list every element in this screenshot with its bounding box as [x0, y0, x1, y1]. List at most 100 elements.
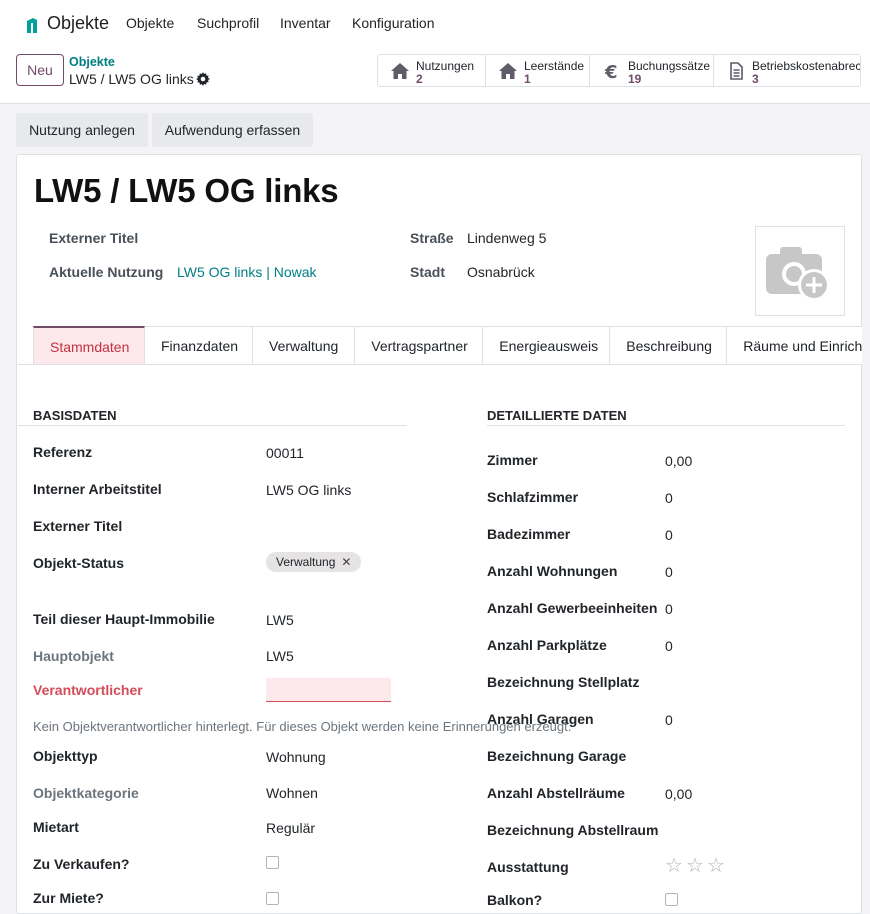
commercial-units-value[interactable]: 0	[665, 601, 673, 617]
document-icon	[730, 62, 743, 80]
smart-button-nutzungen[interactable]: Nutzungen 2	[378, 55, 486, 86]
tab-finanzdaten[interactable]: Finanzdaten	[145, 326, 253, 365]
garages-value[interactable]: 0	[665, 712, 673, 728]
apartments-value[interactable]: 0	[665, 564, 673, 580]
tab-stammdaten[interactable]: Stammdaten	[33, 326, 145, 365]
for-sale-label: Zu Verkaufen?	[33, 856, 130, 872]
bathrooms-value[interactable]: 0	[665, 527, 673, 543]
smart-button-leerstaende[interactable]: Leerstände 1	[486, 55, 590, 86]
home-icon	[499, 63, 517, 79]
part-of-main-property-value[interactable]: LW5	[266, 612, 294, 628]
add-usage-button[interactable]: Nutzung anlegen	[16, 113, 148, 147]
details-section-divider	[487, 425, 845, 426]
menu-inventar[interactable]: Inventar	[280, 15, 331, 31]
record-title[interactable]: LW5 / LW5 OG links	[34, 172, 339, 210]
svg-text:€: €	[604, 62, 618, 80]
smart-button-count: 3	[752, 72, 759, 86]
bedrooms-label: Schlafzimmer	[487, 489, 579, 505]
euro-icon: €	[604, 62, 618, 80]
storage-rooms-label: Anzahl Abstellräume	[487, 785, 625, 801]
object-status-label: Objekt-Status	[33, 555, 125, 571]
star-icon[interactable]: ☆	[686, 853, 704, 878]
current-usage-link[interactable]: LW5 OG links | Nowak	[177, 264, 317, 280]
new-button[interactable]: Neu	[16, 54, 64, 86]
basis-section-heading: BASISDATEN	[33, 408, 117, 423]
remove-tag-icon[interactable]: ✕	[341, 555, 351, 569]
bathrooms-label: Badezimmer	[487, 526, 571, 542]
smart-buttons: Nutzungen 2 Leerstände 1 € Buchungssätze…	[377, 54, 861, 87]
add-expense-button[interactable]: Aufwendung erfassen	[152, 113, 313, 147]
object-category-label: Objektkategorie	[33, 785, 139, 801]
basis-external-title-label: Externer Titel	[33, 518, 123, 534]
referenz-label: Referenz	[33, 444, 93, 460]
storage-name-label: Bezeichnung Abstellraum	[487, 822, 659, 838]
app-logo-icon[interactable]	[26, 16, 38, 34]
menu-suchprofil[interactable]: Suchprofil	[197, 15, 259, 31]
internal-title-value[interactable]: LW5 OG links	[266, 482, 351, 498]
garage-name-label: Bezeichnung Garage	[487, 748, 627, 764]
object-category-link[interactable]: Wohnen	[266, 785, 318, 801]
smart-button-label: Betriebskostenabrechnu	[752, 59, 860, 73]
internal-title-label: Interner Arbeitstitel	[33, 481, 162, 497]
menu-objekte[interactable]: Objekte	[126, 15, 174, 31]
app-name[interactable]: Objekte	[47, 13, 109, 34]
smart-button-count: 1	[524, 72, 531, 86]
tab-divider	[18, 364, 861, 365]
referenz-value[interactable]: 00011	[266, 445, 304, 461]
basis-section-divider	[18, 425, 407, 426]
bedrooms-value[interactable]: 0	[665, 490, 673, 506]
tab-beschreibung[interactable]: Beschreibung	[610, 326, 728, 365]
parking-spaces-value[interactable]: 0	[665, 638, 673, 654]
tab-vertragspartner[interactable]: Vertragspartner	[355, 326, 484, 365]
camera-add-icon	[766, 247, 830, 301]
storage-rooms-value[interactable]: 0,00	[665, 786, 692, 802]
smart-button-label: Nutzungen	[416, 59, 475, 73]
status-tag-label: Verwaltung	[276, 555, 336, 569]
street-value[interactable]: Lindenweg 5	[467, 230, 546, 246]
apartments-label: Anzahl Wohnungen	[487, 563, 618, 579]
menu-konfiguration[interactable]: Konfiguration	[352, 15, 435, 31]
responsible-input[interactable]	[266, 678, 391, 702]
star-icon[interactable]: ☆	[665, 853, 683, 878]
city-label: Stadt	[410, 264, 445, 280]
tab-energieausweis[interactable]: Energieausweis	[483, 326, 611, 365]
status-tag: Verwaltung ✕	[266, 552, 362, 572]
star-icon[interactable]: ☆	[707, 853, 725, 878]
rent-type-label: Mietart	[33, 819, 79, 835]
top-navbar: Objekte Objekte Suchprofil Inventar Konf…	[0, 0, 870, 46]
smart-button-count: 19	[628, 72, 642, 86]
home-icon	[391, 63, 409, 79]
rooms-value[interactable]: 0,00	[665, 453, 692, 469]
commercial-units-label: Anzahl Gewerbeeinheiten	[487, 600, 658, 616]
gear-icon[interactable]	[196, 72, 210, 86]
smart-button-buchungssaetze[interactable]: € Buchungssätze 19	[590, 55, 714, 86]
object-type-value[interactable]: Wohnung	[266, 749, 326, 765]
responsible-label: Verantwortlicher	[33, 682, 143, 698]
smart-button-label: Leerstände	[524, 59, 585, 73]
street-label: Straße	[410, 230, 454, 246]
smart-button-betriebskosten[interactable]: Betriebskostenabrechnu 3	[714, 55, 860, 86]
for-sale-checkbox[interactable]	[266, 856, 279, 869]
smart-button-count: 2	[416, 72, 423, 86]
equipment-label: Ausstattung	[487, 859, 569, 875]
details-section-heading: DETAILLIERTE DATEN	[487, 408, 627, 423]
smart-button-label: Buchungssätze	[628, 59, 711, 73]
garages-label: Anzahl Garagen	[487, 711, 594, 727]
parking-name-label: Bezeichnung Stellplatz	[487, 674, 640, 690]
balcony-label: Balkon?	[487, 892, 543, 908]
main-object-link[interactable]: LW5	[266, 648, 294, 664]
breadcrumb-parent[interactable]: Objekte	[69, 55, 115, 69]
current-usage-label: Aktuelle Nutzung	[49, 264, 164, 280]
tab-raeume-und-einrichtung[interactable]: Räume und Einricht	[727, 326, 862, 365]
form-tabs: Stammdaten Finanzdaten Verwaltung Vertra…	[33, 326, 862, 365]
part-of-main-property-label: Teil dieser Haupt-Immobilie	[33, 611, 215, 627]
main-object-label: Hauptobjekt	[33, 648, 114, 664]
object-type-label: Objekttyp	[33, 748, 98, 764]
for-rent-label: Zur Miete?	[33, 890, 104, 906]
rent-type-value[interactable]: Regulär	[266, 820, 315, 836]
image-upload[interactable]	[755, 226, 845, 316]
city-value[interactable]: Osnabrück	[467, 264, 535, 280]
breadcrumb-current: LW5 / LW5 OG links	[69, 71, 194, 87]
for-rent-checkbox[interactable]	[266, 892, 279, 905]
tab-verwaltung[interactable]: Verwaltung	[253, 326, 356, 365]
